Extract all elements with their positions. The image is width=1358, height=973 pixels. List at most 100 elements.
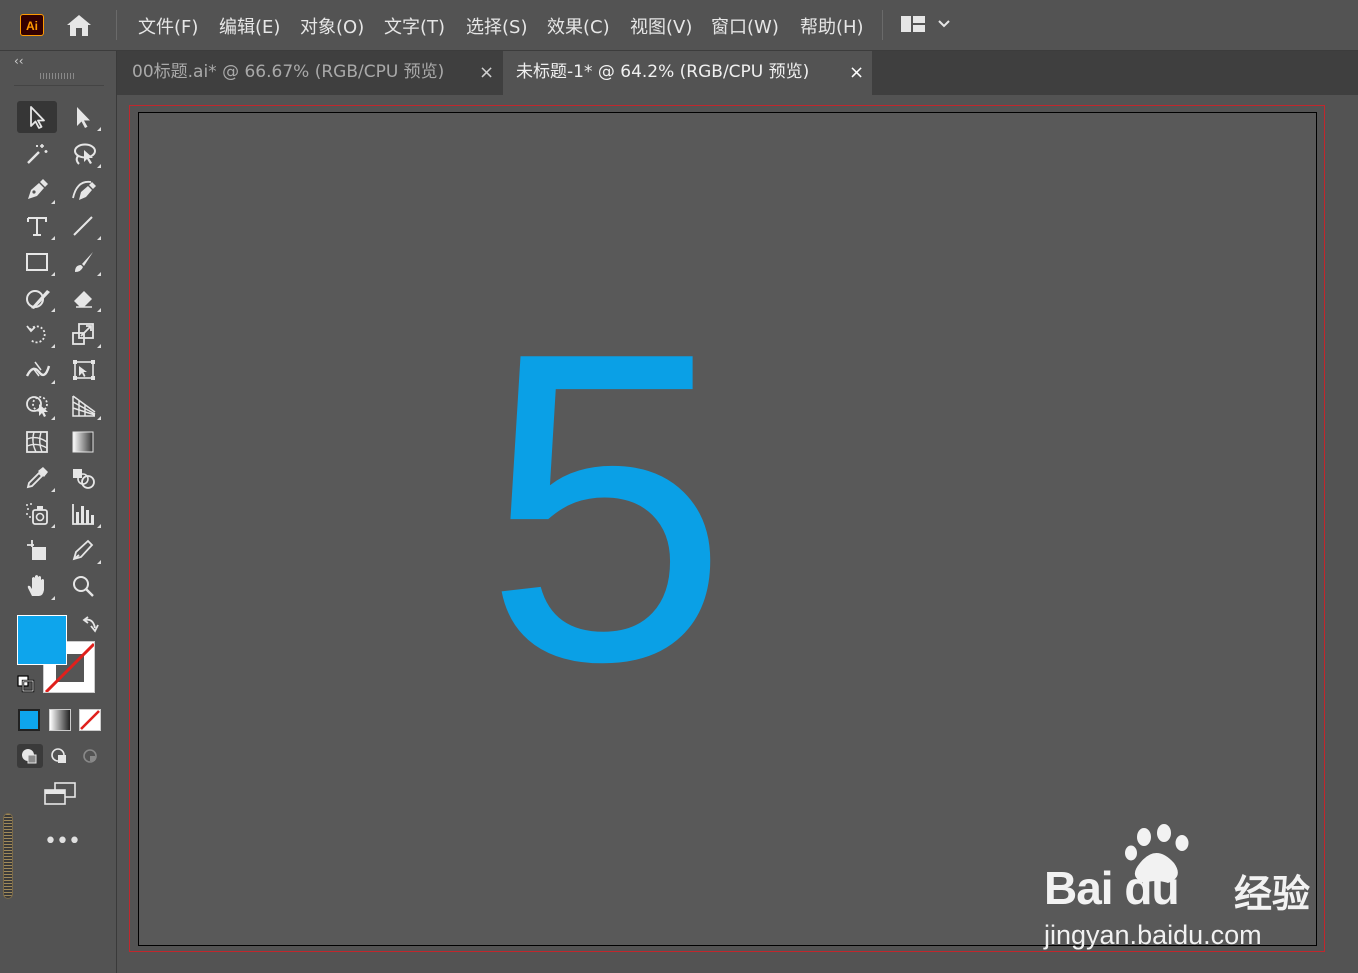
tab-document-untitled[interactable]: 未标题-1* @ 64.2% (RGB/CPU 预览) ×	[503, 51, 872, 95]
line-segment-tool[interactable]	[63, 210, 103, 242]
tab-label: 未标题-1* @ 64.2% (RGB/CPU 预览)	[516, 62, 810, 82]
line-icon	[73, 216, 93, 236]
arrow-outline-icon	[30, 106, 45, 129]
artboard-icon	[27, 540, 46, 560]
selection-tool[interactable]	[17, 101, 57, 133]
menu-separator	[116, 10, 117, 40]
slice-tool[interactable]	[63, 534, 103, 566]
home-icon	[67, 15, 91, 36]
edit-toolbar-button[interactable]: •••	[44, 829, 81, 854]
scale-tool[interactable]	[63, 318, 103, 350]
rotate-tool[interactable]	[17, 318, 57, 350]
workspace-layout-icon	[901, 16, 950, 32]
symbol-sprayer-icon	[26, 503, 48, 525]
menu-edit[interactable]: 编辑(E)	[219, 13, 280, 39]
lasso-icon	[74, 143, 96, 165]
panel-divider	[14, 85, 104, 86]
workspace-switcher[interactable]	[898, 12, 958, 38]
width-tool[interactable]	[17, 354, 57, 386]
menu-help[interactable]: 帮助(H)	[800, 13, 864, 39]
free-transform-icon	[73, 360, 95, 380]
curvature-tool[interactable]	[63, 174, 103, 206]
zoom-icon	[73, 576, 94, 597]
menu-effect[interactable]: 效果(C)	[547, 13, 610, 39]
collapse-panel-button[interactable]: ‹‹	[14, 54, 24, 68]
panel-grip[interactable]	[40, 73, 76, 79]
menu-window[interactable]: 窗口(W)	[711, 13, 779, 39]
perspective-grid-tool[interactable]	[63, 390, 103, 422]
home-button[interactable]	[64, 12, 94, 38]
mesh-tool[interactable]	[17, 426, 57, 458]
blend-tool[interactable]	[63, 462, 103, 494]
artboard[interactable]: 5 Bai du 经验 jingyan.baidu.com	[138, 112, 1317, 950]
menu-separator	[882, 10, 883, 40]
eraser-tool[interactable]	[63, 282, 103, 314]
blend-icon	[73, 469, 95, 489]
artboard-tool[interactable]	[17, 534, 57, 566]
draw-normal-button[interactable]	[17, 744, 43, 768]
draw-behind-icon	[51, 748, 66, 763]
type-tool[interactable]	[17, 210, 57, 242]
gradient-mode-button[interactable]	[49, 709, 71, 731]
hand-icon	[27, 575, 44, 596]
magic-wand-icon	[27, 144, 48, 164]
eraser-icon	[74, 291, 92, 308]
document-tabs: 00标题.ai* @ 66.67% (RGB/CPU 预览) × 未标题-1* …	[117, 51, 1358, 95]
symbol-sprayer-tool[interactable]	[17, 498, 57, 530]
close-icon[interactable]: ×	[849, 51, 864, 95]
tools-panel: ‹‹ •••	[0, 51, 117, 973]
artboard-text[interactable]: 5	[484, 288, 729, 728]
menu-file[interactable]: 文件(F)	[138, 13, 198, 39]
menu-type[interactable]: 文字(T)	[384, 13, 445, 39]
pen-icon	[28, 179, 48, 199]
gradient-icon	[72, 431, 94, 453]
swap-fill-stroke-icon[interactable]	[81, 614, 101, 634]
curvature-pen-icon	[72, 180, 96, 200]
menu-bar: Ai 文件(F) 编辑(E) 对象(O) 文字(T) 选择(S) 效果(C) 视…	[0, 0, 1358, 51]
panel-scroll-handle[interactable]	[3, 813, 13, 899]
fill-color-swatch[interactable]	[17, 615, 67, 665]
lasso-tool[interactable]	[63, 138, 103, 170]
tab-label: 00标题.ai* @ 66.67% (RGB/CPU 预览)	[132, 62, 445, 82]
draw-normal-icon	[22, 749, 37, 764]
type-icon	[27, 217, 47, 236]
rectangle-tool[interactable]	[17, 246, 57, 278]
default-fill-stroke-icon[interactable]	[17, 675, 35, 693]
pen-tool[interactable]	[17, 174, 57, 206]
shaper-tool[interactable]	[17, 282, 57, 314]
tab-document-00[interactable]: 00标题.ai* @ 66.67% (RGB/CPU 预览) ×	[117, 51, 502, 95]
baidu-watermark: Bai du 经验 jingyan.baidu.com	[1044, 824, 1324, 955]
menu-view[interactable]: 视图(V)	[630, 13, 692, 39]
draw-inside-icon	[83, 749, 97, 763]
perspective-grid-icon	[72, 395, 96, 417]
draw-behind-button[interactable]	[47, 744, 73, 768]
slice-icon	[72, 539, 94, 561]
mesh-icon	[26, 431, 48, 453]
rectangle-icon	[26, 253, 48, 271]
menu-object[interactable]: 对象(O)	[300, 13, 364, 39]
zoom-tool[interactable]	[63, 570, 103, 602]
gradient-tool[interactable]	[63, 426, 103, 458]
chevron-down-icon	[938, 20, 950, 28]
free-transform-tool[interactable]	[63, 354, 103, 386]
direct-selection-tool[interactable]	[63, 101, 103, 133]
rotate-icon	[26, 325, 46, 344]
column-graph-tool[interactable]	[63, 498, 103, 530]
canvas-area[interactable]: 5 Bai du 经验 jingyan.baidu.com	[117, 95, 1358, 973]
draw-inside-button[interactable]	[77, 744, 103, 768]
hand-tool[interactable]	[17, 570, 57, 602]
watermark-url: jingyan.baidu.com	[1044, 920, 1262, 950]
app-logo: Ai	[20, 14, 44, 36]
eyedropper-tool[interactable]	[17, 462, 57, 494]
width-icon	[25, 361, 51, 377]
none-mode-button[interactable]	[79, 709, 101, 731]
paintbrush-tool[interactable]	[63, 246, 103, 278]
color-mode-button[interactable]	[18, 709, 40, 731]
menu-select[interactable]: 选择(S)	[466, 13, 527, 39]
screen-mode-icon[interactable]	[43, 781, 77, 807]
watermark-product: 经验	[1234, 872, 1311, 916]
arrow-solid-icon	[77, 107, 90, 128]
shape-builder-tool[interactable]	[17, 390, 57, 422]
magic-wand-tool[interactable]	[17, 138, 57, 170]
close-icon[interactable]: ×	[479, 51, 494, 95]
